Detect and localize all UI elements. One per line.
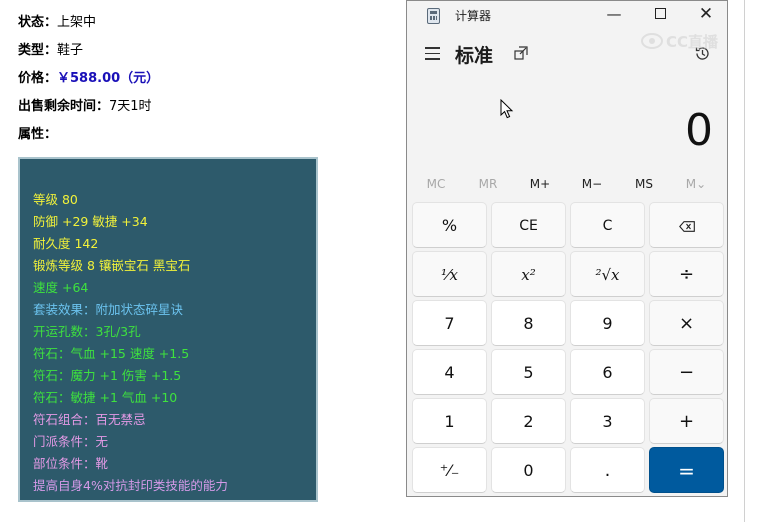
digit-9-button[interactable]: 9	[570, 300, 645, 346]
divide-button[interactable]: ÷	[649, 251, 724, 297]
status-value: 上架中	[57, 15, 97, 30]
calculator-window: 计算器 — ✕ 标准 0 MC MR M+ M− MS M⌄ % CE C ¹⁄…	[406, 0, 728, 497]
decimal-button[interactable]: .	[570, 447, 645, 493]
stat-line: 提高自身4%对抗封印类技能的能力	[33, 478, 228, 493]
price-label: 价格：	[18, 71, 58, 86]
multiply-button[interactable]: ×	[649, 300, 724, 346]
equals-button[interactable]: =	[649, 447, 724, 493]
item-info-panel: 状态：上架中 类型：鞋子 价格：￥588.00（元） 出售剩余时间：7天1时 属…	[0, 0, 430, 522]
maximize-button[interactable]	[637, 1, 683, 29]
stat-line: 等级 80	[33, 192, 78, 207]
stat-line: 开运孔数：3孔/3孔	[33, 324, 141, 339]
stat-line: 速度 +64	[33, 280, 89, 295]
time-row: 出售剩余时间：7天1时	[18, 95, 152, 114]
digit-6-button[interactable]: 6	[570, 349, 645, 395]
stat-line: 部位条件：靴	[33, 456, 109, 471]
stat-line: 符石：敏捷 +1 气血 +10	[33, 390, 178, 405]
attr-label: 属性：	[18, 127, 58, 142]
memory-subtract-button[interactable]: M−	[566, 177, 618, 193]
item-stats-box: 等级 80 防御 +29 敏捷 +34 耐久度 142 锻炼等级 8 镶嵌宝石 …	[18, 157, 318, 502]
negate-button[interactable]: ⁺⁄₋	[412, 447, 487, 493]
result-display: 0	[685, 105, 713, 156]
stat-line: 耐久度 142	[33, 236, 99, 251]
memory-list-button[interactable]: M⌄	[670, 177, 722, 193]
price-row: 价格：￥588.00（元）	[18, 67, 159, 86]
hamburger-menu-icon[interactable]	[425, 47, 440, 60]
stat-line: 套装效果：附加状态碎星诀	[33, 302, 184, 317]
memory-add-button[interactable]: M+	[514, 177, 566, 193]
digit-7-button[interactable]: 7	[412, 300, 487, 346]
backspace-icon	[678, 221, 695, 232]
watermark-logo-icon	[641, 33, 663, 49]
background-window-edge	[744, 0, 764, 522]
stat-line: 门派条件：无	[33, 434, 109, 449]
maximize-icon	[654, 7, 666, 19]
type-row: 类型：鞋子	[18, 39, 83, 58]
stat-line: 符石：气血 +15 速度 +1.5	[33, 346, 190, 361]
attr-row: 属性：	[18, 123, 57, 142]
digit-1-button[interactable]: 1	[412, 398, 487, 444]
backspace-button[interactable]	[649, 202, 724, 248]
stat-line: 防御 +29 敏捷 +34	[33, 214, 148, 229]
stat-line: 锻炼等级 8 镶嵌宝石 黑宝石	[33, 258, 191, 273]
square-root-button[interactable]: ²√x	[570, 251, 645, 297]
plus-button[interactable]: +	[649, 398, 724, 444]
minus-button[interactable]: −	[649, 349, 724, 395]
time-label: 出售剩余时间：	[18, 99, 110, 114]
stat-line: 符石：魔力 +1 伤害 +1.5	[33, 368, 182, 383]
digit-3-button[interactable]: 3	[570, 398, 645, 444]
type-value: 鞋子	[57, 43, 84, 58]
stat-line: 符石组合：百无禁忌	[33, 412, 146, 427]
mode-title: 标准	[455, 45, 494, 67]
memory-recall-button[interactable]: MR	[462, 177, 514, 193]
square-button[interactable]: x²	[491, 251, 566, 297]
time-value: 7天1时	[109, 99, 152, 114]
digit-2-button[interactable]: 2	[491, 398, 566, 444]
memory-clear-button[interactable]: MC	[410, 177, 462, 193]
close-button[interactable]: ✕	[683, 1, 729, 29]
watermark-text: CC直播	[666, 33, 719, 51]
clear-button[interactable]: C	[570, 202, 645, 248]
title-bar[interactable]: 计算器 — ✕	[407, 1, 727, 29]
memory-store-button[interactable]: MS	[618, 177, 670, 193]
digit-4-button[interactable]: 4	[412, 349, 487, 395]
digit-0-button[interactable]: 0	[491, 447, 566, 493]
price-value: ￥588.00（元）	[57, 71, 160, 86]
type-label: 类型：	[18, 43, 58, 58]
status-label: 状态：	[18, 15, 58, 30]
digit-8-button[interactable]: 8	[491, 300, 566, 346]
minimize-button[interactable]: —	[591, 1, 637, 29]
digit-5-button[interactable]: 5	[491, 349, 566, 395]
keep-on-top-icon[interactable]	[514, 46, 528, 60]
status-row: 状态：上架中	[18, 11, 96, 30]
stream-watermark: CC直播	[640, 30, 740, 52]
clear-entry-button[interactable]: CE	[491, 202, 566, 248]
reciprocal-button[interactable]: ¹⁄x	[412, 251, 487, 297]
window-title: 计算器	[455, 9, 492, 23]
percent-button[interactable]: %	[412, 202, 487, 248]
mouse-cursor-icon	[500, 99, 514, 119]
calculator-app-icon	[427, 8, 440, 24]
